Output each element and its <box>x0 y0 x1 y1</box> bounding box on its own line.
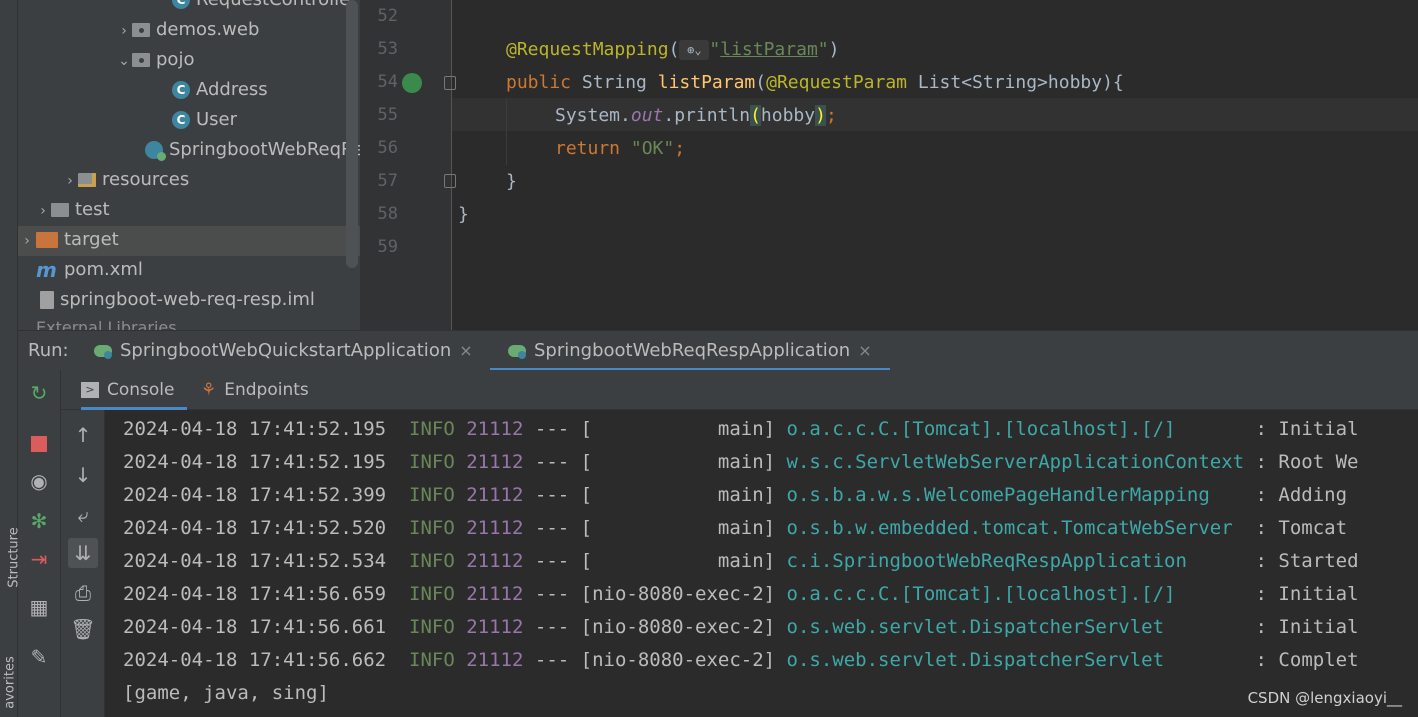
tree-item-external-libraries[interactable]: External Libraries <box>36 318 177 330</box>
code-line-53: @RequestMapping(⊕⌄ "listParam") <box>506 39 840 60</box>
spring-boot-run-icon <box>508 343 528 359</box>
tree-item-resources[interactable]: › resources <box>62 165 189 195</box>
rerun-icon[interactable]: ↻ <box>26 380 52 406</box>
tree-item-user[interactable]: C User <box>172 105 237 135</box>
tree-item-pojo[interactable]: ⌄ pojo <box>116 45 194 75</box>
line-number: 56 <box>377 138 398 158</box>
tab-endpoints[interactable]: ⚘ Endpoints <box>201 370 309 410</box>
exit-icon[interactable]: ⇥ <box>26 546 52 572</box>
resources-folder-icon <box>78 173 96 187</box>
chevron-right-icon[interactable]: › <box>62 166 78 196</box>
code-line-54: public String listParam(@RequestParam Li… <box>506 72 1124 93</box>
line-number: 54 <box>377 72 398 92</box>
console-icon: > <box>81 382 99 398</box>
console-toolbar: ↑ ↓ ⤶ ⇊ ⎙ 🗑 <box>61 410 105 717</box>
excluded-folder-icon <box>36 232 58 248</box>
tree-scrollbar[interactable] <box>346 0 358 268</box>
pin-icon[interactable]: ✎ <box>26 644 52 670</box>
code-line-57: } <box>506 171 517 192</box>
chevron-right-icon[interactable]: › <box>35 196 51 226</box>
program-output-line: [game, java, sing] <box>123 682 329 704</box>
line-number: 52 <box>377 6 398 26</box>
class-icon: C <box>172 0 190 9</box>
spring-boot-class-icon <box>145 141 166 161</box>
fold-marker-icon[interactable] <box>444 174 456 188</box>
tree-item-address[interactable]: C Address <box>172 75 268 105</box>
scroll-to-end-icon[interactable]: ⇊ <box>68 538 98 568</box>
package-icon <box>132 53 150 67</box>
maven-icon: m <box>36 258 57 282</box>
endpoints-icon: ⚘ <box>201 380 217 400</box>
tree-item-demos-web[interactable]: › demos.web <box>116 15 259 45</box>
log-line: 2024-04-18 17:41:56.659 INFO 21112 --- [… <box>123 583 1359 605</box>
camera-icon[interactable]: ◉ <box>26 468 52 494</box>
log-line: 2024-04-18 17:41:52.534 INFO 21112 --- [… <box>123 550 1359 572</box>
clear-icon[interactable]: 🗑 <box>70 616 96 642</box>
favorites-tool-tab[interactable]: avorites <box>3 656 18 708</box>
tab-console[interactable]: > Console <box>81 370 187 410</box>
console-output[interactable]: 2024-04-18 17:41:52.195 INFO 21112 --- [… <box>105 410 1418 717</box>
tree-item-test[interactable]: › test <box>35 195 109 226</box>
line-number: 55 <box>377 105 398 125</box>
ide-window: Structure avorites CRequestControlle ›de… <box>0 0 1418 717</box>
print-icon[interactable]: ⎙ <box>70 580 96 606</box>
debug-icon[interactable]: ✻ <box>26 508 52 534</box>
close-icon[interactable]: × <box>858 341 871 360</box>
down-arrow-icon[interactable]: ↓ <box>70 462 96 488</box>
line-number: 58 <box>377 204 398 224</box>
run-toolbar: ↻ ◉ ✻ ⇥ ▦ ✎ <box>18 370 61 717</box>
line-number: 59 <box>377 237 398 257</box>
run-tool-window-header: Run: SpringbootWebQuickstartApplication ×… <box>18 330 1418 371</box>
up-arrow-icon[interactable]: ↑ <box>70 422 96 448</box>
log-line: 2024-04-18 17:41:56.661 INFO 21112 --- [… <box>123 616 1359 638</box>
log-line: 2024-04-18 17:41:52.399 INFO 21112 --- [… <box>123 484 1348 506</box>
console-subtabs: > Console ⚘ Endpoints <box>61 370 1418 410</box>
spring-boot-run-icon <box>94 343 114 359</box>
run-label: Run: <box>28 340 69 361</box>
log-line: 2024-04-18 17:41:52.195 INFO 21112 --- [… <box>123 418 1359 440</box>
tree-item-requestcontroller[interactable]: CRequestControlle <box>172 0 350 15</box>
class-icon: C <box>172 111 190 129</box>
chevron-right-icon[interactable]: › <box>116 16 132 46</box>
indent-guide <box>506 99 507 165</box>
code-editor[interactable]: 52 53 54 55 56 57 58 59 @RequestMapping(… <box>360 0 1418 330</box>
code-line-55: System.out.println(hobby); <box>555 105 837 126</box>
globe-icon[interactable]: ⊕⌄ <box>679 40 710 60</box>
stop-icon[interactable] <box>26 429 52 455</box>
code-line-56: return "OK"; <box>555 138 686 159</box>
file-icon <box>40 291 54 309</box>
tree-item-springboot-app[interactable]: SpringbootWebReqRe <box>145 135 360 165</box>
code-line-58: } <box>458 204 469 225</box>
run-tab-reqresp[interactable]: SpringbootWebReqRespApplication × <box>490 331 890 371</box>
request-mapping-gutter-icon[interactable] <box>402 73 422 93</box>
package-icon <box>132 23 150 37</box>
log-line: 2024-04-18 17:41:56.662 INFO 21112 --- [… <box>123 649 1359 671</box>
tree-item-iml[interactable]: springboot-web-req-resp.iml <box>40 285 315 315</box>
close-icon[interactable]: × <box>459 341 472 360</box>
tree-item-pom-xml[interactable]: m pom.xml <box>36 255 143 285</box>
chevron-down-icon[interactable]: ⌄ <box>116 46 132 76</box>
run-tab-quickstart[interactable]: SpringbootWebQuickstartApplication × <box>94 331 473 371</box>
editor-gutter: 52 53 54 55 56 57 58 59 <box>360 0 456 330</box>
class-icon: C <box>172 81 190 99</box>
line-number: 53 <box>377 39 398 59</box>
project-tree: CRequestControlle ›demos.web ⌄pojo CAddr… <box>18 0 360 330</box>
folder-icon <box>51 203 69 217</box>
layout-icon[interactable]: ▦ <box>26 594 52 620</box>
fold-marker-icon[interactable] <box>444 76 456 90</box>
soft-wrap-icon[interactable]: ⤶ <box>70 502 96 528</box>
chevron-right-icon[interactable]: › <box>18 226 36 256</box>
left-tool-strip: Structure avorites <box>0 0 22 717</box>
log-line: 2024-04-18 17:41:52.195 INFO 21112 --- [… <box>123 451 1359 473</box>
line-number: 57 <box>377 171 398 191</box>
log-line: 2024-04-18 17:41:52.520 INFO 21112 --- [… <box>123 517 1348 539</box>
watermark: CSDN @lengxiaoyi__ <box>1247 689 1402 707</box>
tree-item-target[interactable]: › target <box>18 225 119 255</box>
